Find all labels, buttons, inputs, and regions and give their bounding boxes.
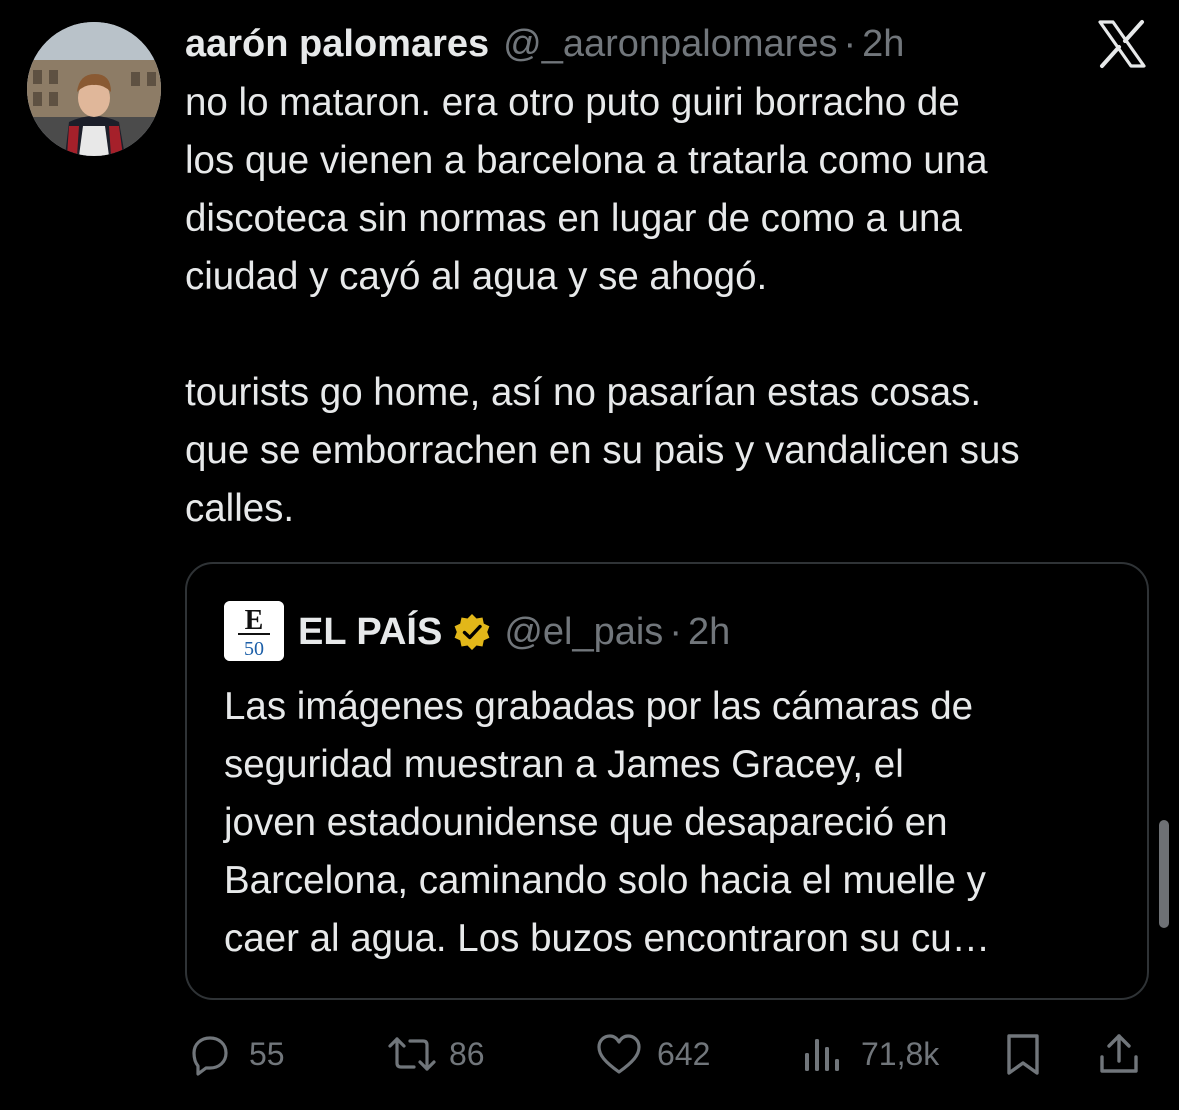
el-pais-logo-avatar[interactable]: E 50 xyxy=(224,601,284,661)
reply-icon xyxy=(192,1036,228,1076)
author-display-name[interactable]: aarón palomares xyxy=(185,23,489,66)
quoted-tweet-header: EL PAÍS @el_pais · 2h xyxy=(298,604,730,660)
avatar-photo xyxy=(27,22,161,156)
quoted-author-name[interactable]: EL PAÍS xyxy=(298,611,442,654)
tweet-timestamp[interactable]: 2h xyxy=(862,23,904,66)
author-handle[interactable]: @_aaronpalomares xyxy=(503,23,837,66)
quoted-tweet-card[interactable]: E 50 EL PAÍS @el_pais · 2h Las imágenes … xyxy=(185,562,1149,1000)
quoted-tweet-timestamp[interactable]: 2h xyxy=(688,611,730,654)
heart-icon xyxy=(597,1034,641,1074)
author-avatar[interactable] xyxy=(27,22,161,156)
repost-icon xyxy=(388,1037,436,1071)
separator-dot: · xyxy=(669,610,682,653)
like-button[interactable]: 642 xyxy=(595,1026,710,1082)
separator-dot: · xyxy=(843,22,857,65)
reply-count: 55 xyxy=(249,1035,285,1072)
bookmark-button[interactable] xyxy=(1001,1026,1045,1082)
x-logo-icon xyxy=(1098,20,1146,68)
logo-letter: E xyxy=(245,605,264,636)
verified-badge-icon[interactable] xyxy=(452,612,492,652)
share-icon xyxy=(1100,1034,1138,1073)
like-count: 642 xyxy=(657,1035,711,1072)
tweet-action-bar: 55 86 642 71,8k xyxy=(185,1026,1149,1082)
repost-count: 86 xyxy=(449,1035,485,1072)
logo-number: 50 xyxy=(244,638,264,660)
views-button[interactable]: 71,8k xyxy=(801,1026,939,1082)
share-button[interactable] xyxy=(1097,1026,1141,1082)
quoted-tweet-text: Las imágenes grabadas por las cámaras de… xyxy=(224,685,991,960)
bookmark-icon xyxy=(1007,1034,1039,1075)
tweet-header: aarón palomares @_aaronpalomares · 2h xyxy=(185,18,904,70)
views-icon xyxy=(805,1039,839,1071)
quoted-author-handle[interactable]: @el_pais xyxy=(504,611,663,654)
repost-button[interactable]: 86 xyxy=(387,1026,485,1082)
tweet-text: no lo mataron. era otro puto guiri borra… xyxy=(185,81,1020,530)
reply-button[interactable]: 55 xyxy=(187,1026,285,1082)
scrollbar-thumb[interactable] xyxy=(1159,820,1169,928)
view-count: 71,8k xyxy=(861,1035,940,1072)
